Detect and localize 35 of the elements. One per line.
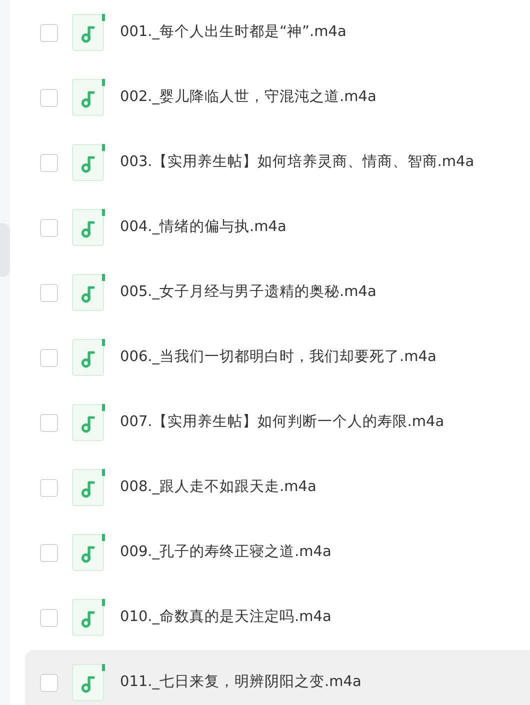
collapse-handle[interactable] xyxy=(0,223,10,277)
file-name[interactable]: 008._跟人走不如跟天走.m4a xyxy=(120,476,316,498)
audio-file-icon xyxy=(72,144,105,181)
audio-file-icon xyxy=(72,404,105,441)
audio-file-icon xyxy=(72,664,105,701)
checkbox[interactable] xyxy=(40,218,58,236)
checkbox[interactable] xyxy=(40,608,58,626)
audio-file-icon xyxy=(72,79,105,116)
checkbox[interactable] xyxy=(40,478,58,496)
checkbox[interactable] xyxy=(40,348,58,366)
file-name[interactable]: 010._命数真的是天注定吗.m4a xyxy=(120,606,332,628)
file-name[interactable]: 011._七日来复，明辨阴阳之变.m4a xyxy=(120,672,362,694)
audio-file-icon xyxy=(72,469,105,506)
checkbox[interactable] xyxy=(40,24,58,42)
checkbox[interactable] xyxy=(40,674,58,692)
file-name[interactable]: 002._婴儿降临人世，守混沌之道.m4a xyxy=(120,86,376,108)
file-name[interactable]: 001._每个人出生时都是“神”.m4a xyxy=(120,22,346,44)
audio-file-icon xyxy=(72,339,105,376)
checkbox[interactable] xyxy=(40,284,58,302)
file-name[interactable]: 009._孔子的寿终正寝之道.m4a xyxy=(120,542,332,564)
audio-file-icon xyxy=(72,599,105,636)
audio-file-icon xyxy=(72,274,105,311)
audio-file-icon xyxy=(72,14,105,51)
file-name[interactable]: 006._当我们一切都明白时，我们却要死了.m4a xyxy=(120,346,436,368)
file-name[interactable]: 007.【实用养生帖】如何判断一个人的寿限.m4a xyxy=(120,412,444,434)
file-name[interactable]: 004._情绪的偏与执.m4a xyxy=(120,216,286,238)
audio-file-icon xyxy=(72,534,105,571)
file-row[interactable]: 011._七日来复，明辨阴阳之变.m4a xyxy=(25,650,530,705)
checkbox[interactable] xyxy=(40,414,58,432)
audio-file-icon xyxy=(72,209,105,246)
checkbox[interactable] xyxy=(40,154,58,172)
checkbox[interactable] xyxy=(40,88,58,106)
checkbox[interactable] xyxy=(40,544,58,562)
file-name[interactable]: 003.【实用养生帖】如何培养灵商、情商、智商.m4a xyxy=(120,152,474,174)
file-name[interactable]: 005._女子月经与男子遗精的奥秘.m4a xyxy=(120,282,376,304)
